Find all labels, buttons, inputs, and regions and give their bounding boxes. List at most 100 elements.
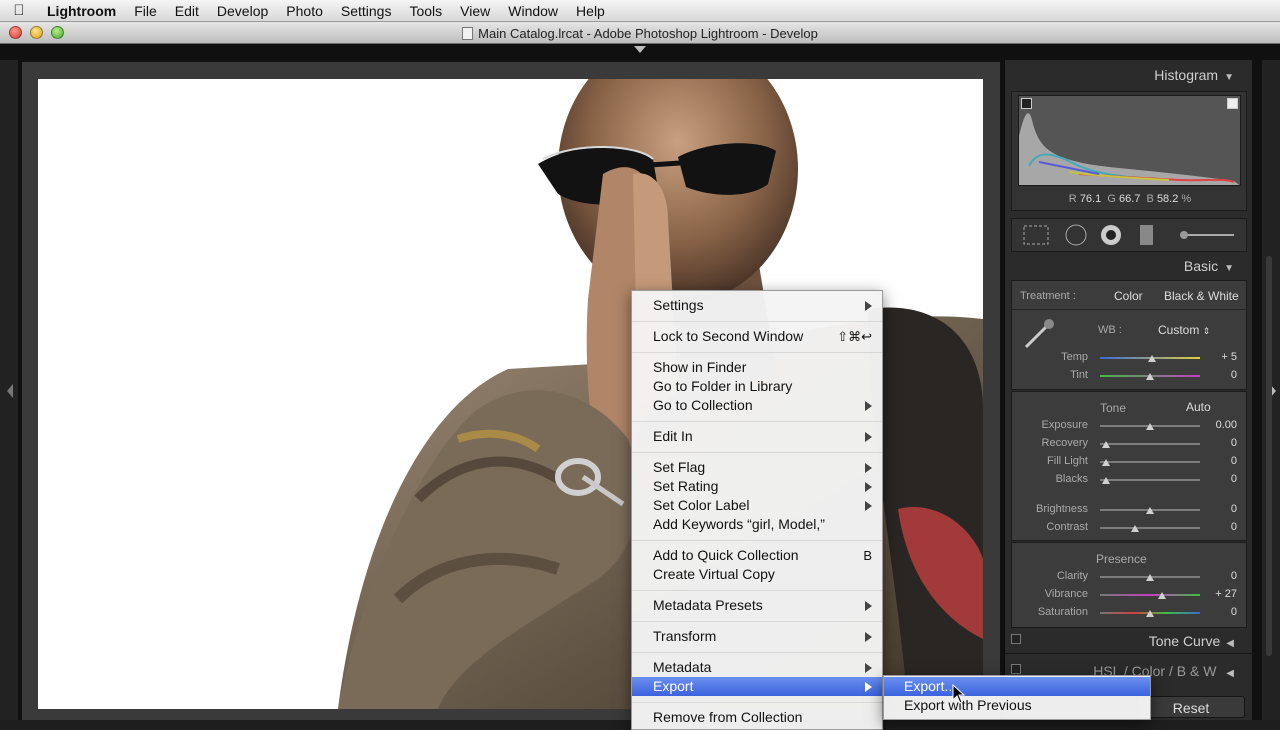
brightness-value[interactable]: 0	[1197, 503, 1237, 515]
menu-settings[interactable]: Settings	[332, 0, 401, 22]
treatment-bw-option[interactable]: Black & White	[1164, 289, 1239, 303]
fill-light-label: Fill Light	[1047, 455, 1088, 467]
menu-item-add-quick-collection[interactable]: Add to Quick Collection B	[632, 546, 882, 565]
saturation-slider-thumb[interactable]	[1146, 610, 1154, 617]
updown-arrow-icon: ⇕	[1202, 326, 1211, 336]
hsl-toggle[interactable]	[1011, 664, 1021, 674]
vibrance-slider-track[interactable]	[1100, 594, 1200, 596]
submenu-item-export[interactable]: Export...	[884, 677, 1150, 696]
apple-icon[interactable]: 	[0, 2, 38, 19]
fill-light-slider-thumb[interactable]	[1102, 459, 1110, 466]
export-submenu: Export... Export with Previous	[883, 675, 1151, 720]
white-balance-eyedropper-icon[interactable]	[1022, 315, 1058, 351]
menu-help[interactable]: Help	[567, 0, 614, 22]
menu-item-set-color-label[interactable]: Set Color Label	[632, 496, 882, 515]
menu-item-metadata[interactable]: Metadata	[632, 658, 882, 677]
fill-light-slider-track[interactable]	[1100, 461, 1200, 463]
blacks-label: Blacks	[1055, 473, 1088, 485]
menu-item-remove-from-collection[interactable]: Remove from Collection	[632, 708, 882, 727]
histogram-header[interactable]: Histogram ▼	[1154, 67, 1234, 83]
recovery-value[interactable]: 0	[1197, 437, 1237, 449]
menu-app[interactable]: Lightroom	[38, 0, 125, 22]
menu-item-transform[interactable]: Transform	[632, 627, 882, 646]
vibrance-slider-thumb[interactable]	[1158, 592, 1166, 599]
blacks-value[interactable]: 0	[1197, 473, 1237, 485]
collapse-triangle-icon: ▼	[1224, 72, 1234, 83]
tool-strip	[1011, 218, 1247, 252]
contrast-value[interactable]: 0	[1197, 521, 1237, 533]
window-title-text: Main Catalog.lrcat - Adobe Photoshop Lig…	[478, 26, 818, 41]
blacks-slider-thumb[interactable]	[1102, 477, 1110, 484]
submenu-arrow-icon	[865, 632, 872, 642]
basic-header[interactable]: Basic ▼	[1184, 258, 1234, 274]
treatment-color-option[interactable]: Color	[1114, 289, 1143, 303]
top-panel-toggle-icon[interactable]	[634, 46, 646, 53]
menu-item-export[interactable]: Export	[632, 677, 882, 696]
tint-slider-thumb[interactable]	[1146, 373, 1154, 380]
menu-develop[interactable]: Develop	[208, 0, 277, 22]
tone-curve-toggle[interactable]	[1011, 634, 1021, 644]
menu-item-go-to-folder[interactable]: Go to Folder in Library	[632, 377, 882, 396]
wb-select[interactable]: Custom ⇕	[1158, 323, 1210, 337]
vibrance-value[interactable]: + 27	[1197, 588, 1237, 600]
contrast-slider-track[interactable]	[1100, 527, 1200, 529]
menu-edit[interactable]: Edit	[166, 0, 208, 22]
brightness-slider-thumb[interactable]	[1146, 507, 1154, 514]
menu-item-create-virtual-copy[interactable]: Create Virtual Copy	[632, 565, 882, 584]
crop-overlay-icon[interactable]	[1023, 225, 1049, 245]
menu-item-label: Metadata	[653, 659, 712, 675]
submenu-arrow-icon	[865, 663, 872, 673]
tone-auto-button[interactable]: Auto	[1186, 400, 1211, 414]
brightness-label: Brightness	[1036, 503, 1088, 515]
reset-button[interactable]: Reset	[1137, 696, 1245, 718]
contrast-slider-thumb[interactable]	[1131, 525, 1139, 532]
menu-item-add-keywords[interactable]: Add Keywords “girl, Model,”	[632, 515, 882, 534]
wb-label: WB :	[1098, 324, 1122, 336]
bw-tab[interactable]: B & W	[1177, 663, 1217, 679]
separator: /	[1168, 663, 1173, 679]
clarity-value[interactable]: 0	[1197, 570, 1237, 582]
basic-presence-box: Presence Clarity 0 Vibrance + 27 Saturat…	[1011, 542, 1247, 628]
menu-item-label: Settings	[653, 297, 704, 313]
clarity-slider-thumb[interactable]	[1146, 574, 1154, 581]
menu-item-settings[interactable]: Settings	[632, 296, 882, 315]
menu-item-go-to-collection[interactable]: Go to Collection	[632, 396, 882, 415]
menu-window[interactable]: Window	[499, 0, 567, 22]
histogram-graph[interactable]	[1018, 95, 1241, 186]
menu-item-lock-second-window[interactable]: Lock to Second Window ⇧⌘↩	[632, 327, 882, 346]
tone-curve-header[interactable]: Tone Curve ◀	[1149, 633, 1234, 649]
shadow-clipping-icon[interactable]	[1021, 98, 1032, 109]
left-panel-expand-icon[interactable]	[4, 382, 22, 402]
temp-value[interactable]: + 5	[1197, 351, 1237, 363]
temp-slider-thumb[interactable]	[1148, 355, 1156, 362]
menu-photo[interactable]: Photo	[277, 0, 332, 22]
menu-item-show-in-finder[interactable]: Show in Finder	[632, 358, 882, 377]
recovery-slider-thumb[interactable]	[1102, 441, 1110, 448]
menu-item-label: Export...	[904, 678, 957, 694]
menu-view[interactable]: View	[451, 0, 499, 22]
exposure-slider-thumb[interactable]	[1146, 423, 1154, 430]
tint-value[interactable]: 0	[1197, 369, 1237, 381]
graduated-filter-icon[interactable]	[1140, 225, 1153, 245]
submenu-item-export-with-previous[interactable]: Export with Previous	[884, 696, 1150, 715]
saturation-value[interactable]: 0	[1197, 606, 1237, 618]
blacks-slider-track[interactable]	[1100, 479, 1200, 481]
spot-removal-icon[interactable]	[1065, 224, 1087, 246]
exposure-label: Exposure	[1041, 419, 1088, 431]
menu-item-set-flag[interactable]: Set Flag	[632, 458, 882, 477]
fill-light-value[interactable]: 0	[1197, 455, 1237, 467]
panel-scrollbar[interactable]	[1266, 256, 1272, 656]
exposure-value[interactable]: 0.00	[1197, 419, 1237, 431]
highlight-clipping-icon[interactable]	[1227, 98, 1238, 109]
menu-item-edit-in[interactable]: Edit In	[632, 427, 882, 446]
menu-item-set-rating[interactable]: Set Rating	[632, 477, 882, 496]
menu-file[interactable]: File	[125, 0, 166, 22]
basic-wb-box: Treatment : Color Black & White WB : Cus…	[1011, 280, 1248, 390]
menu-item-label: Add Keywords “girl, Model,”	[653, 516, 825, 532]
menu-tools[interactable]: Tools	[400, 0, 451, 22]
tone-curve-title: Tone Curve	[1148, 633, 1221, 649]
treatment-label: Treatment :	[1020, 290, 1076, 302]
recovery-slider-track[interactable]	[1100, 443, 1200, 445]
histogram-box: R 76.1 G 66.7 B 58.2 %	[1011, 91, 1247, 211]
menu-item-metadata-presets[interactable]: Metadata Presets	[632, 596, 882, 615]
